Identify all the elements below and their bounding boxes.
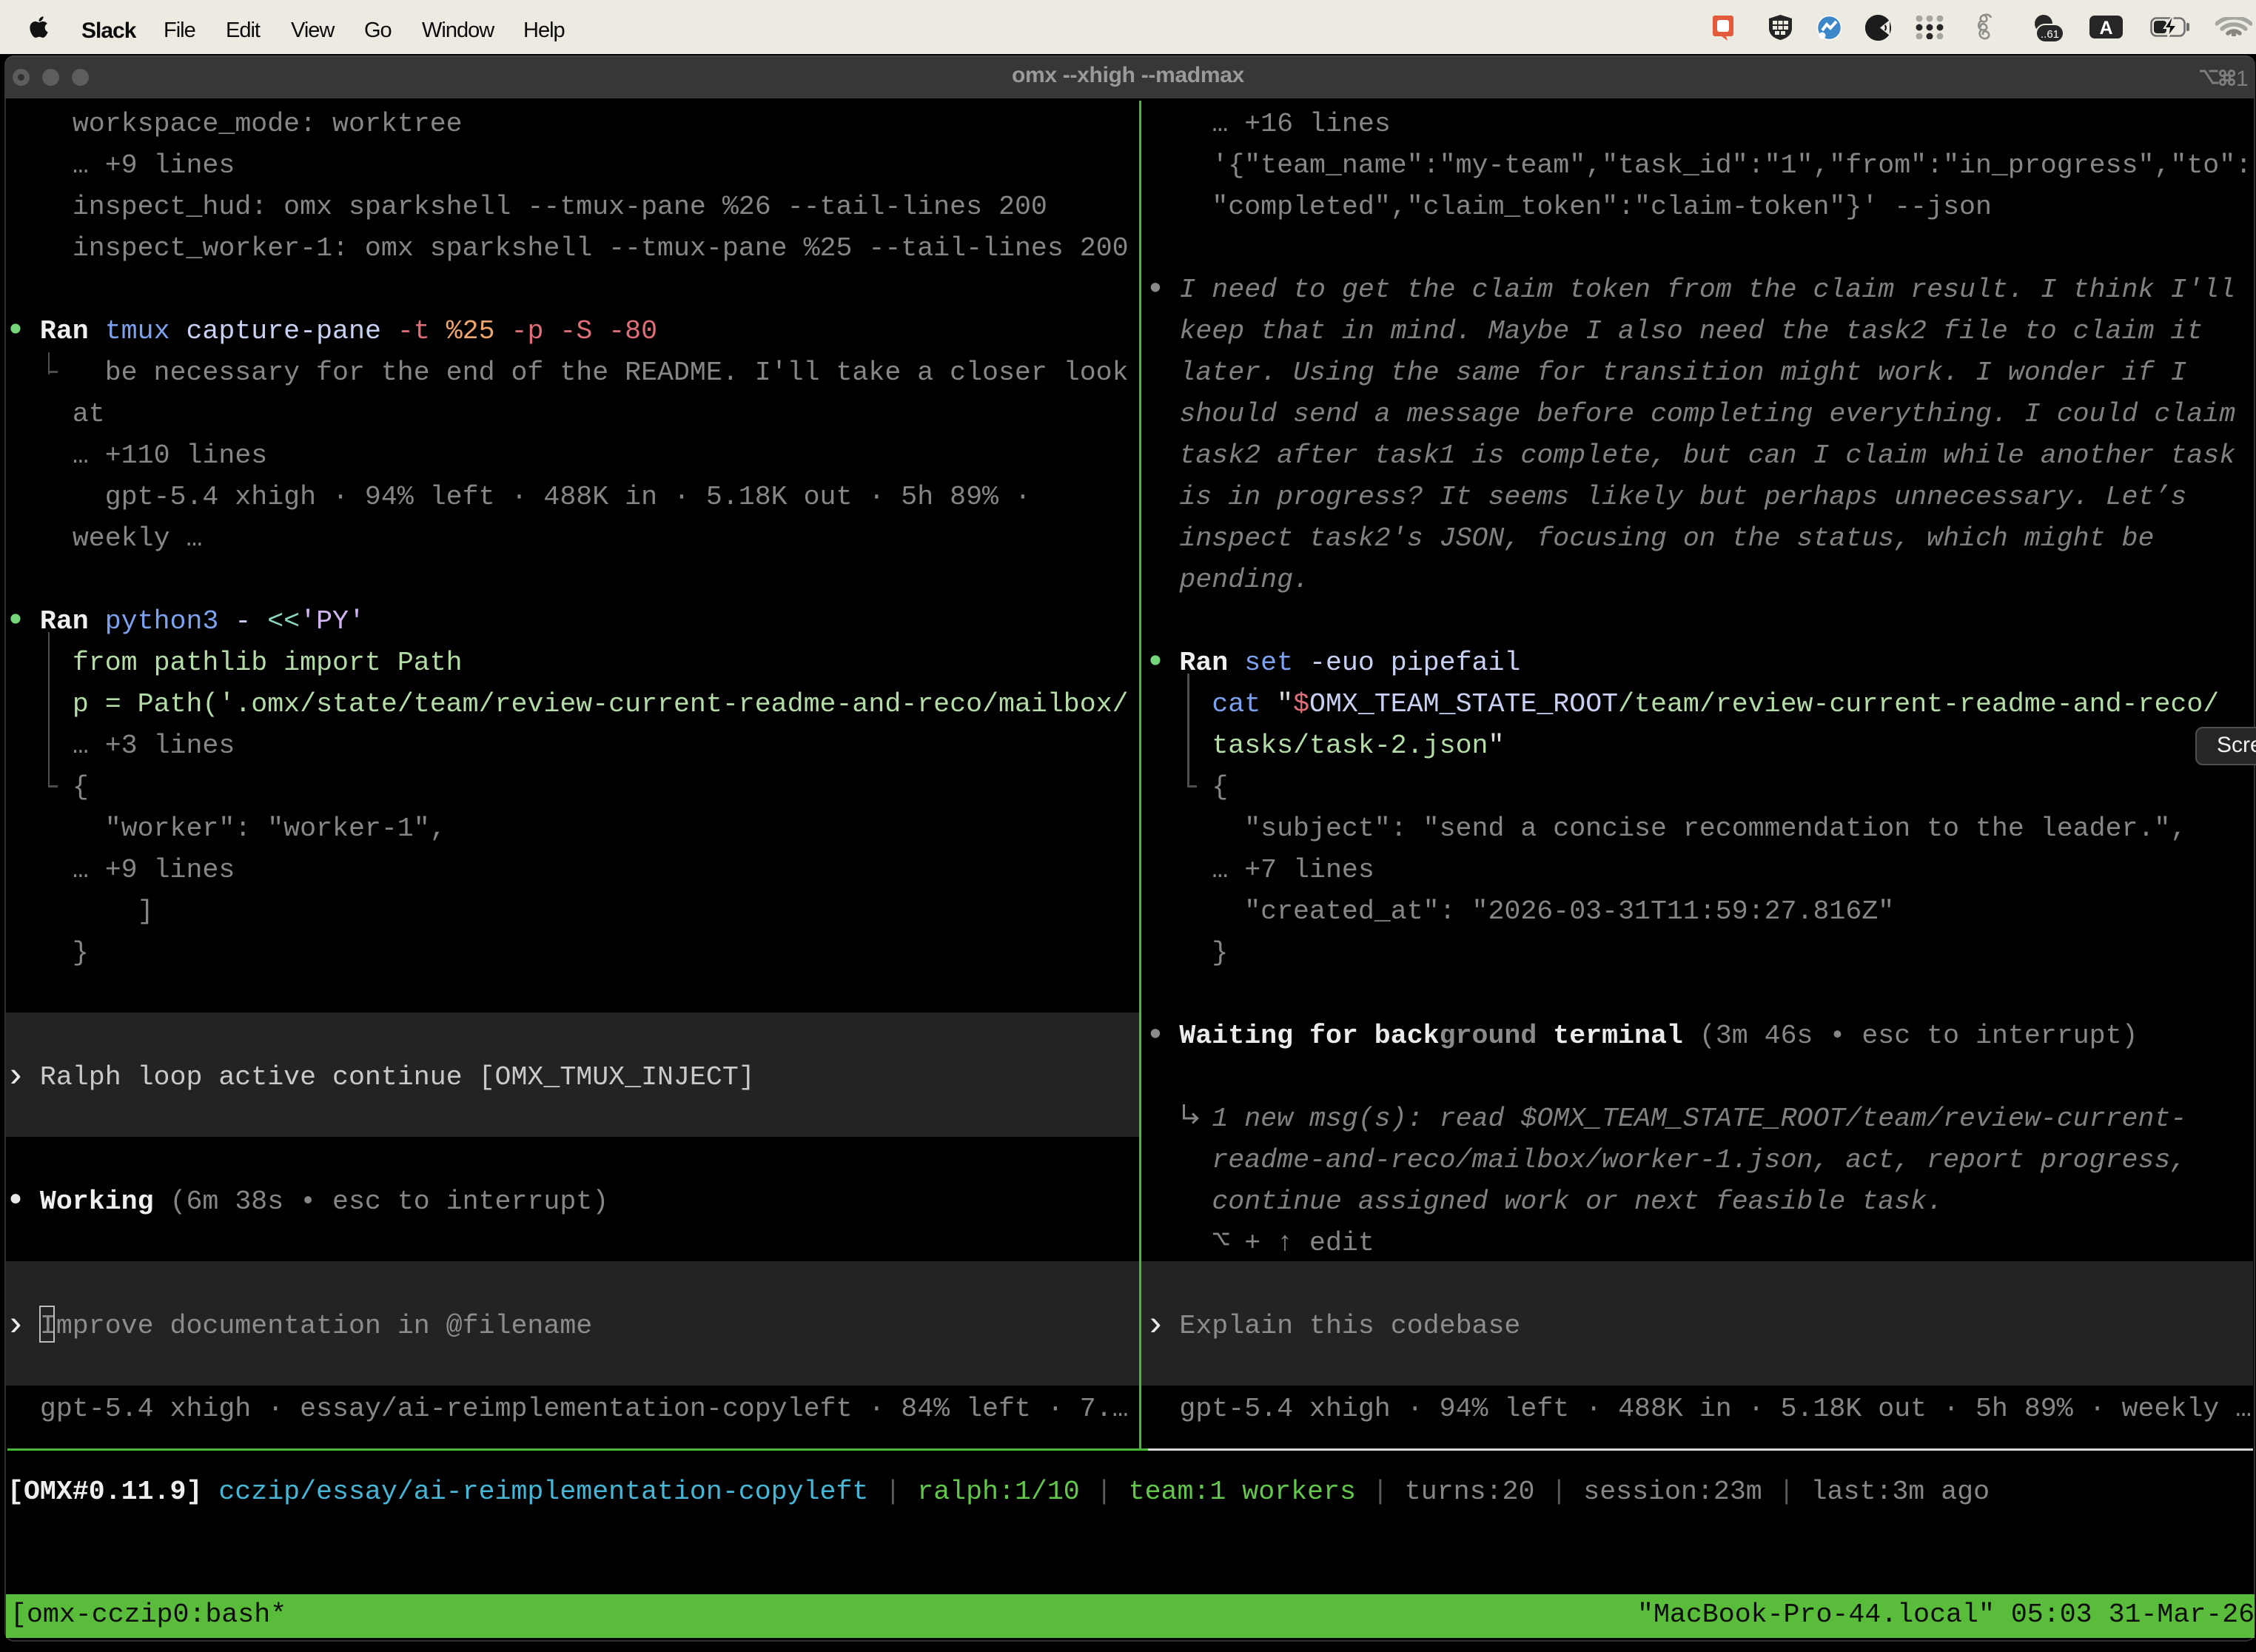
svg-text:A: A — [2099, 18, 2112, 38]
svg-text:1: 1 — [2236, 67, 2249, 91]
svg-text:..61: ..61 — [2041, 28, 2059, 41]
